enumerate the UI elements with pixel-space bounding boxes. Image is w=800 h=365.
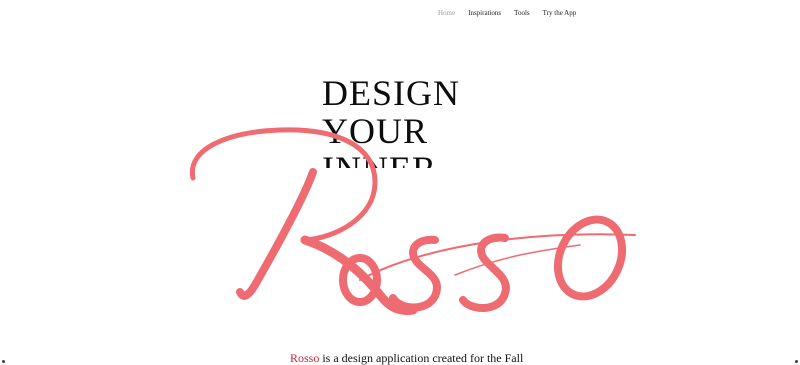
tagline-text: is a design application created for the …	[319, 351, 524, 365]
corner-dot-right	[795, 360, 798, 363]
page: Home Inspirations Tools Try the App DESI…	[0, 0, 800, 365]
nav-item-tools[interactable]: Tools	[514, 9, 529, 17]
tagline: Rosso is a design application created fo…	[290, 351, 523, 365]
nav-item-home[interactable]: Home	[438, 9, 455, 17]
nav-item-try-the-app[interactable]: Try the App	[543, 9, 577, 17]
rosso-script-logo	[189, 127, 636, 315]
hero-line-design: DESIGN	[322, 74, 460, 113]
nav-item-inspirations[interactable]: Inspirations	[468, 9, 501, 17]
corner-dot-left	[2, 360, 5, 363]
top-nav: Home Inspirations Tools Try the App	[438, 9, 589, 17]
tagline-brand-word: Rosso	[290, 351, 320, 365]
